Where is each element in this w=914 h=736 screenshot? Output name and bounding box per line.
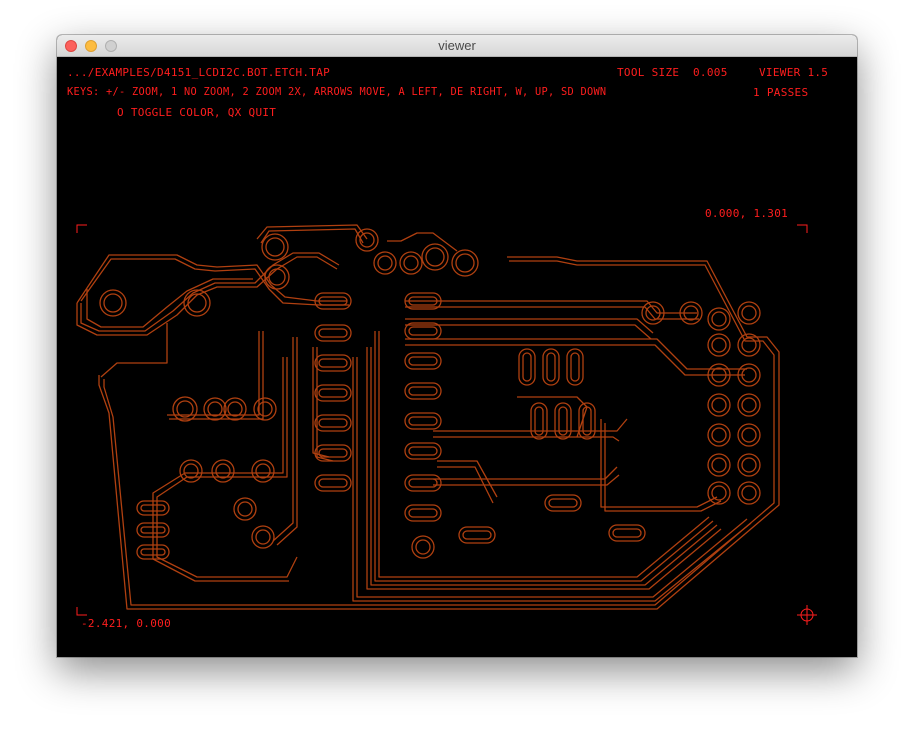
crosshair-icon [797,605,817,625]
pcb-etch-layer [76,224,817,625]
viewer-window: viewer .../EXAMPLES/D4151_LCDI2C.BOT.ETC… [57,35,857,657]
window-title: viewer [438,38,476,53]
ic-pads-left [314,292,352,492]
pcb-traces [76,224,780,610]
board-corner-marks [76,224,808,616]
title-bar[interactable]: viewer [57,35,857,57]
oblong-pads-mid [458,348,646,544]
ic-pads-right [404,292,442,522]
connector-pads [641,301,761,505]
pcb-canvas[interactable]: .../EXAMPLES/D4151_LCDI2C.BOT.ETCH.TAP T… [57,57,857,657]
